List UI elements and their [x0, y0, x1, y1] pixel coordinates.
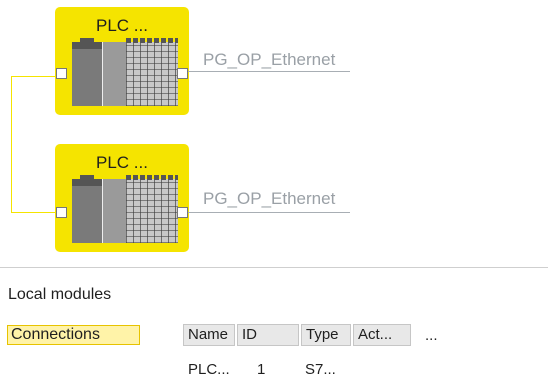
interface-module-icon [102, 42, 126, 106]
io-modules-icon [126, 38, 178, 106]
plc-device-1[interactable]: PLC ... [55, 7, 189, 115]
cpu-module-icon [72, 38, 102, 106]
column-header-act[interactable]: Act... [353, 324, 411, 346]
plc-device-2-ethernet-port[interactable] [177, 207, 188, 218]
io-modules-icon [126, 175, 178, 243]
local-modules-title: Local modules [8, 286, 112, 303]
section-divider [0, 267, 548, 268]
connection-line-horizontal-bottom [11, 212, 55, 213]
row-1-id[interactable]: 1 [257, 361, 265, 378]
column-header-type[interactable]: Type [301, 324, 351, 346]
interface-module-icon [102, 179, 126, 243]
plc-device-2-left-port[interactable] [56, 207, 67, 218]
row-1-type[interactable]: S7... [305, 361, 336, 378]
ethernet-label-2[interactable]: PG_OP_Ethernet [203, 189, 335, 209]
row-1-name[interactable]: PLC... [188, 361, 230, 378]
cpu-module-icon [72, 175, 102, 243]
column-header-id[interactable]: ID [237, 324, 299, 346]
ethernet-line-1 [188, 71, 350, 72]
ethernet-label-1[interactable]: PG_OP_Ethernet [203, 50, 335, 70]
plc-device-1-title: PLC ... [96, 16, 148, 35]
connection-line-vertical[interactable] [11, 76, 12, 213]
plc-device-2-title: PLC ... [96, 153, 148, 172]
column-header-name[interactable]: Name [183, 324, 235, 346]
connection-line-horizontal-top [11, 76, 55, 77]
plc-device-2[interactable]: PLC ... [55, 144, 189, 252]
ethernet-line-2 [188, 212, 350, 213]
more-columns-indicator: ... [425, 327, 438, 344]
plc-device-1-left-port[interactable] [56, 68, 67, 79]
plc-device-1-ethernet-port[interactable] [177, 68, 188, 79]
connections-tab[interactable]: Connections [7, 325, 140, 345]
